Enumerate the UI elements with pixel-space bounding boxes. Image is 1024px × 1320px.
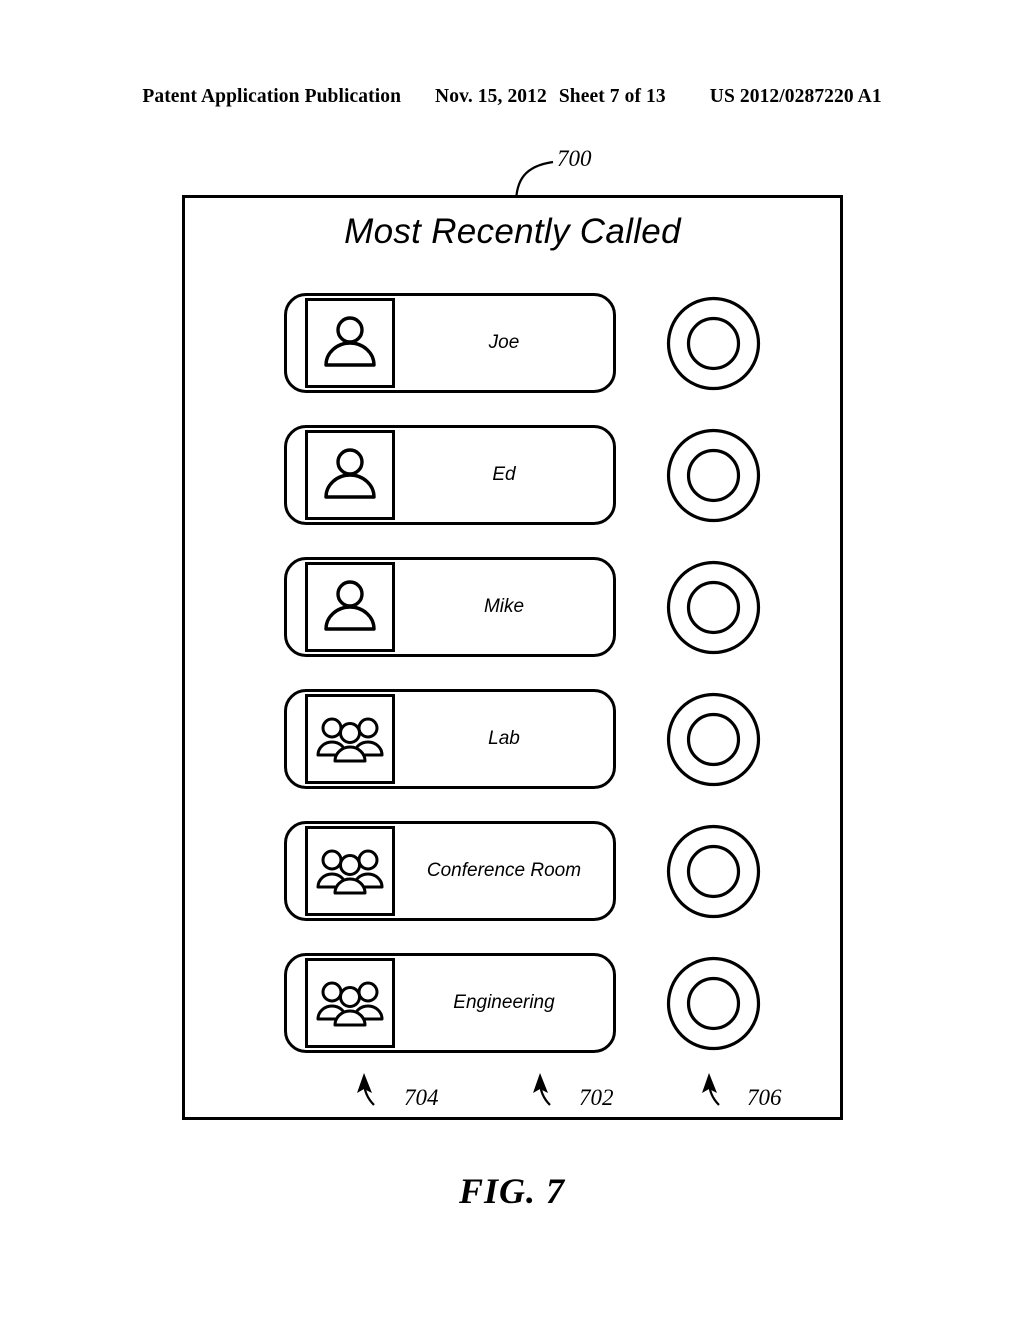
- list-item: Mike: [284, 557, 818, 661]
- contact-name: Joe: [488, 332, 520, 353]
- list-item: Ed: [284, 425, 818, 529]
- person-icon: [305, 561, 395, 652]
- contact-button-joe[interactable]: Joe: [284, 293, 616, 393]
- device-frame: Most Recently Called Joe Ed Mike Lab Con…: [182, 195, 843, 1120]
- call-ring-icon[interactable]: [665, 691, 762, 788]
- publication-title: Patent Application Publication: [142, 86, 402, 107]
- page-title: Most Recently Called: [344, 212, 681, 251]
- contact-name: Ed: [492, 464, 516, 485]
- group-icon: [305, 825, 395, 916]
- contact-button-lab[interactable]: Lab: [284, 689, 616, 789]
- contact-name: Lab: [488, 728, 520, 749]
- group-icon: [305, 693, 395, 784]
- contact-list: Joe Ed Mike Lab Conference Room Engineer…: [284, 293, 818, 1057]
- contact-name: Conference Room: [426, 860, 582, 881]
- list-item: Engineering: [284, 953, 818, 1057]
- call-ring-icon[interactable]: [665, 559, 762, 656]
- callout-numeral-702: 702: [579, 1085, 614, 1110]
- callout-numeral-704: 704: [404, 1085, 439, 1110]
- contact-button-engineering[interactable]: Engineering: [284, 953, 616, 1053]
- call-ring-icon[interactable]: [665, 295, 762, 392]
- callout-group: 704 702 706: [182, 1055, 843, 1125]
- patent-number: US 2012/0287220 A1: [709, 86, 882, 107]
- call-ring-icon[interactable]: [665, 823, 762, 920]
- contact-button-mike[interactable]: Mike: [284, 557, 616, 657]
- call-ring-icon[interactable]: [665, 955, 762, 1052]
- callout-leader-lines-icon: [357, 1073, 720, 1106]
- sheet-number: Sheet 7 of 13: [558, 86, 666, 107]
- person-icon: [305, 297, 395, 388]
- publication-header: Patent Application Publication Nov. 15, 2…: [0, 86, 1024, 108]
- list-item: Conference Room: [284, 821, 818, 925]
- callout-numeral-706: 706: [747, 1085, 782, 1110]
- contact-name: Engineering: [453, 992, 555, 1013]
- list-item: Lab: [284, 689, 818, 793]
- contact-button-conference-room[interactable]: Conference Room: [284, 821, 616, 921]
- publication-date: Nov. 15, 2012: [435, 86, 547, 107]
- list-item: Joe: [284, 293, 818, 397]
- contact-button-ed[interactable]: Ed: [284, 425, 616, 525]
- call-ring-icon[interactable]: [665, 427, 762, 524]
- group-icon: [305, 957, 395, 1048]
- contact-name: Mike: [483, 596, 525, 617]
- device-reference-numeral: 700: [557, 146, 592, 171]
- figure-caption: FIG. 7: [458, 1171, 566, 1211]
- person-icon: [305, 429, 395, 520]
